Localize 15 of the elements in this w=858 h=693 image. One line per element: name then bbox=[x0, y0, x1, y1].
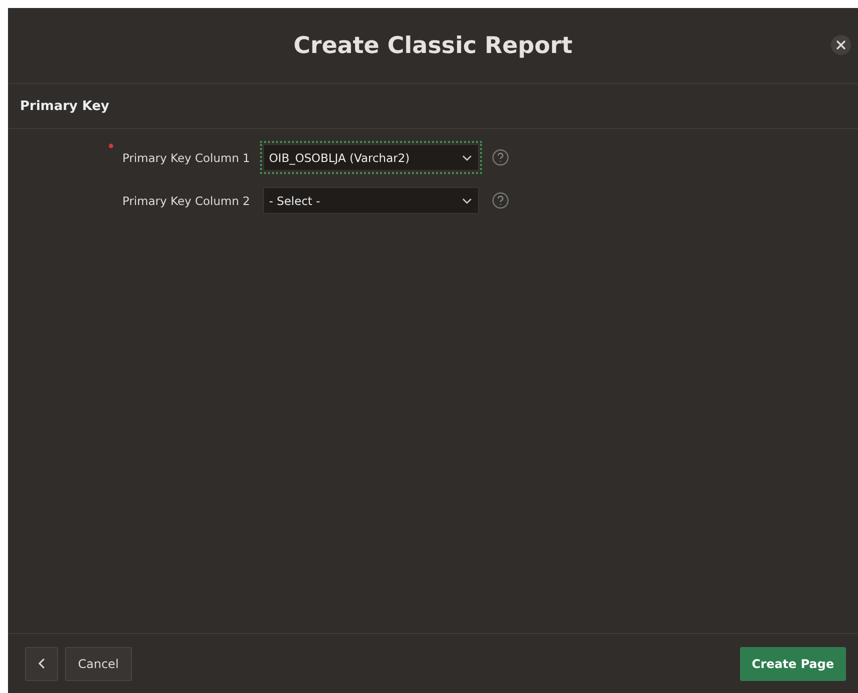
chevron-icon bbox=[462, 154, 472, 160]
select-field[interactable]: - Select - bbox=[260, 184, 482, 217]
close-icon[interactable] bbox=[830, 34, 852, 56]
chevron-left-icon bbox=[38, 658, 45, 669]
section-title: Primary Key bbox=[20, 98, 110, 114]
select-field[interactable]: OIB_OSOBLJA (Varchar2) bbox=[260, 141, 482, 174]
field-label: Primary Key Column 1 bbox=[122, 150, 250, 164]
help-icon[interactable] bbox=[492, 149, 509, 166]
field-label: Primary Key Column 2 bbox=[122, 194, 250, 208]
back-button[interactable] bbox=[25, 646, 58, 680]
help-icon[interactable] bbox=[492, 192, 509, 209]
cancel-button[interactable]: Cancel bbox=[65, 646, 132, 680]
chevron-icon bbox=[462, 198, 472, 204]
create-page-button[interactable]: Create Page bbox=[740, 646, 846, 680]
dialog-title: Create Classic Report bbox=[293, 32, 573, 58]
